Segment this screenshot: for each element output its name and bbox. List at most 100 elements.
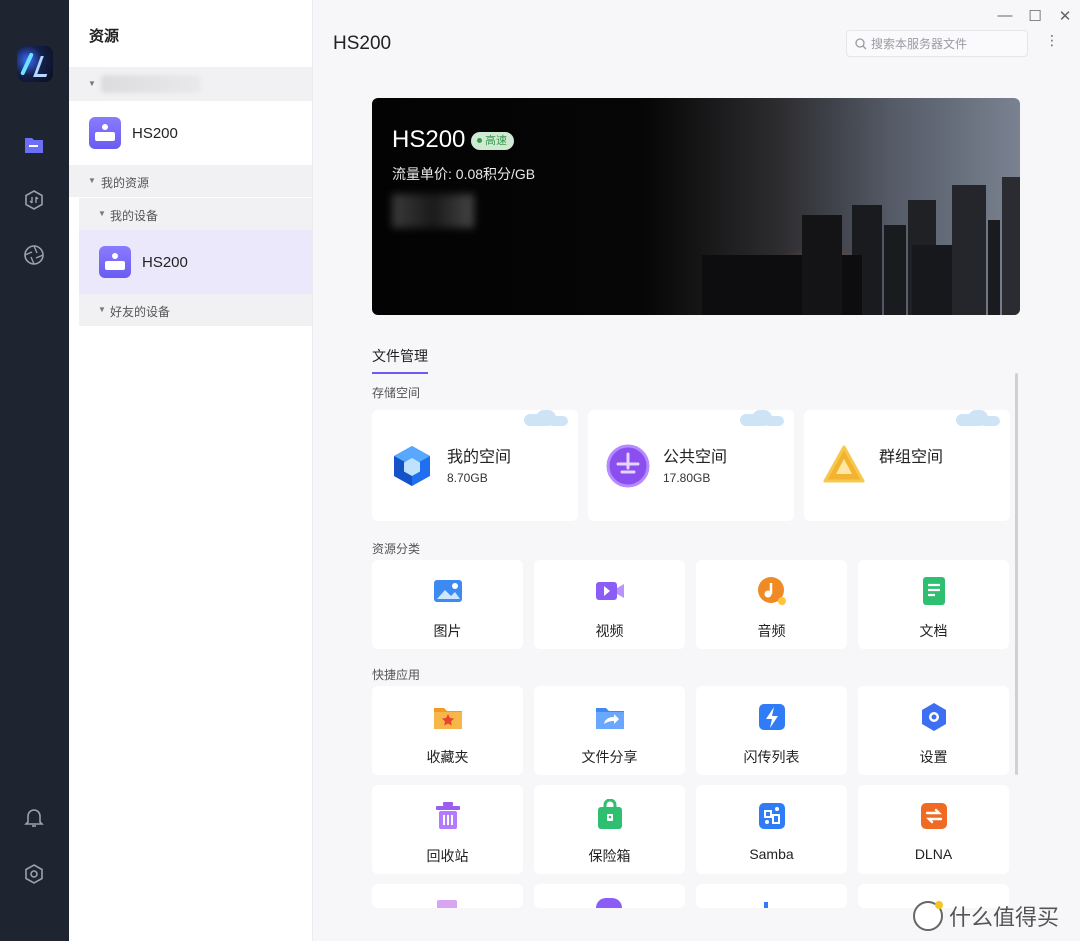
my-resources-header[interactable]: ▼ 我的资源 <box>69 165 312 197</box>
favorites-folder-icon <box>434 708 462 729</box>
app-tile-partial[interactable] <box>696 884 847 908</box>
image-icon <box>434 580 462 602</box>
friend-devices-label: 好友的设备 <box>110 305 171 319</box>
device-label: HS200 <box>132 124 178 142</box>
app-tile-partial[interactable] <box>372 884 523 908</box>
skyline-building <box>802 215 842 315</box>
caret-down-icon: ▼ <box>98 305 106 314</box>
space-name: 我的空间 <box>447 449 512 466</box>
gear-icon[interactable] <box>22 862 46 886</box>
cube-icon <box>394 446 430 486</box>
quick-apps-section-label: 快捷应用 <box>372 668 421 682</box>
sidebar-device-hs200[interactable]: HS200 <box>69 101 312 165</box>
category-audio[interactable]: 音频 <box>696 560 847 649</box>
maximize-button[interactable]: ☐ <box>1025 7 1045 25</box>
caret-down-icon: ▼ <box>88 79 96 88</box>
trash-icon <box>436 802 460 829</box>
space-card-my[interactable]: 我的空间 8.70GB <box>372 410 578 521</box>
blurred-server-name <box>101 75 201 93</box>
tile-label: 闪传列表 <box>743 749 800 765</box>
settings-icon <box>922 703 946 731</box>
app-dlna[interactable]: DLNA <box>858 785 1009 874</box>
storage-section-label: 存储空间 <box>372 386 421 400</box>
audio-icon <box>758 577 786 605</box>
skyline-building <box>952 185 986 315</box>
search-box[interactable] <box>846 30 1028 57</box>
tile-label: 回收站 <box>426 848 469 864</box>
tile-label: 图片 <box>433 623 462 639</box>
skyline-building <box>988 220 1000 315</box>
category-images[interactable]: 图片 <box>372 560 523 649</box>
server-group-header[interactable]: ▼ <box>69 67 312 101</box>
main-panel: HS200 — ☐ ✕ ⋮ HS200 高速 流量单价: 0.08积分/GB 文… <box>313 0 1080 941</box>
close-button[interactable]: ✕ <box>1055 7 1075 25</box>
app-logo <box>17 46 53 82</box>
device-name: HS200 <box>392 126 466 153</box>
minimize-button[interactable]: — <box>995 7 1015 24</box>
document-icon <box>923 577 945 605</box>
tile-label: 文档 <box>919 623 948 639</box>
aperture-nav-icon[interactable] <box>22 243 46 267</box>
sidebar-device-hs200-selected[interactable]: HS200 <box>79 230 312 294</box>
bell-icon[interactable] <box>22 806 46 830</box>
app-settings[interactable]: 设置 <box>858 686 1009 775</box>
tile-label: 音频 <box>757 623 786 639</box>
app-file-share[interactable]: 文件分享 <box>534 686 685 775</box>
traffic-price: 流量单价: 0.08积分/GB <box>392 166 536 182</box>
cloud-decoration <box>740 410 784 426</box>
app-recycle-bin[interactable]: 回收站 <box>372 785 523 874</box>
search-icon <box>855 37 867 49</box>
partial-app-icon <box>764 902 768 908</box>
share-folder-icon <box>596 708 624 729</box>
tile-label: 视频 <box>595 623 624 639</box>
resource-sidebar: 资源 ▼ HS200 ▼ 我的资源 ▼ 我的设备 HS200 ▼ 好友的设备 <box>69 0 313 941</box>
my-devices-header[interactable]: ▼ 我的设备 <box>79 198 312 230</box>
files-nav-icon[interactable] <box>22 133 46 157</box>
speed-badge: 高速 <box>471 132 514 150</box>
nas-device-icon <box>89 117 121 149</box>
cloud-decoration <box>524 410 568 426</box>
friend-devices-header[interactable]: ▼ 好友的设备 <box>79 294 312 326</box>
page-title: HS200 <box>333 33 392 54</box>
app-flash-transfer[interactable]: 闪传列表 <box>696 686 847 775</box>
device-banner: HS200 高速 流量单价: 0.08积分/GB <box>372 98 1020 315</box>
partial-app-icon <box>596 898 622 908</box>
cloud-decoration <box>956 410 1000 426</box>
space-card-public[interactable]: 公共空间 17.80GB <box>588 410 794 521</box>
video-icon <box>596 582 624 600</box>
flash-transfer-icon <box>759 704 785 730</box>
watermark-logo-icon <box>913 901 943 931</box>
app-safe[interactable]: 保险箱 <box>534 785 685 874</box>
category-documents[interactable]: 文档 <box>858 560 1009 649</box>
watermark-text: 什么值得买 <box>949 905 1060 930</box>
caret-down-icon: ▼ <box>98 209 106 218</box>
partial-app-icon <box>437 900 457 908</box>
skyline-building <box>1002 177 1020 315</box>
device-label: HS200 <box>142 253 188 271</box>
app-favorites[interactable]: 收藏夹 <box>372 686 523 775</box>
blurred-info <box>392 194 474 228</box>
tile-label: 收藏夹 <box>426 749 469 765</box>
space-name: 群组空间 <box>879 449 944 466</box>
app-rail <box>0 0 69 941</box>
space-card-group[interactable]: 群组空间 <box>804 410 1010 521</box>
tab-file-management[interactable]: 文件管理 <box>372 346 428 374</box>
nas-device-icon <box>99 246 131 278</box>
transfer-nav-icon[interactable] <box>22 188 46 212</box>
space-size: 17.80GB <box>663 471 711 485</box>
categories-section-label: 资源分类 <box>372 542 421 556</box>
app-tile-partial[interactable] <box>534 884 685 908</box>
tile-label: 文件分享 <box>581 749 638 765</box>
search-input[interactable] <box>871 36 1011 51</box>
app-samba[interactable]: Samba <box>696 785 847 874</box>
tile-label: 设置 <box>919 749 948 765</box>
triangle-icon <box>823 445 865 483</box>
more-menu-icon[interactable]: ⋮ <box>1045 32 1059 49</box>
tile-label: DLNA <box>914 846 953 862</box>
category-videos[interactable]: 视频 <box>534 560 685 649</box>
tile-label: Samba <box>749 846 794 862</box>
space-size: 8.70GB <box>447 471 488 485</box>
safe-icon <box>598 799 622 829</box>
sphere-icon <box>606 444 650 488</box>
scrollbar[interactable] <box>1015 373 1018 775</box>
